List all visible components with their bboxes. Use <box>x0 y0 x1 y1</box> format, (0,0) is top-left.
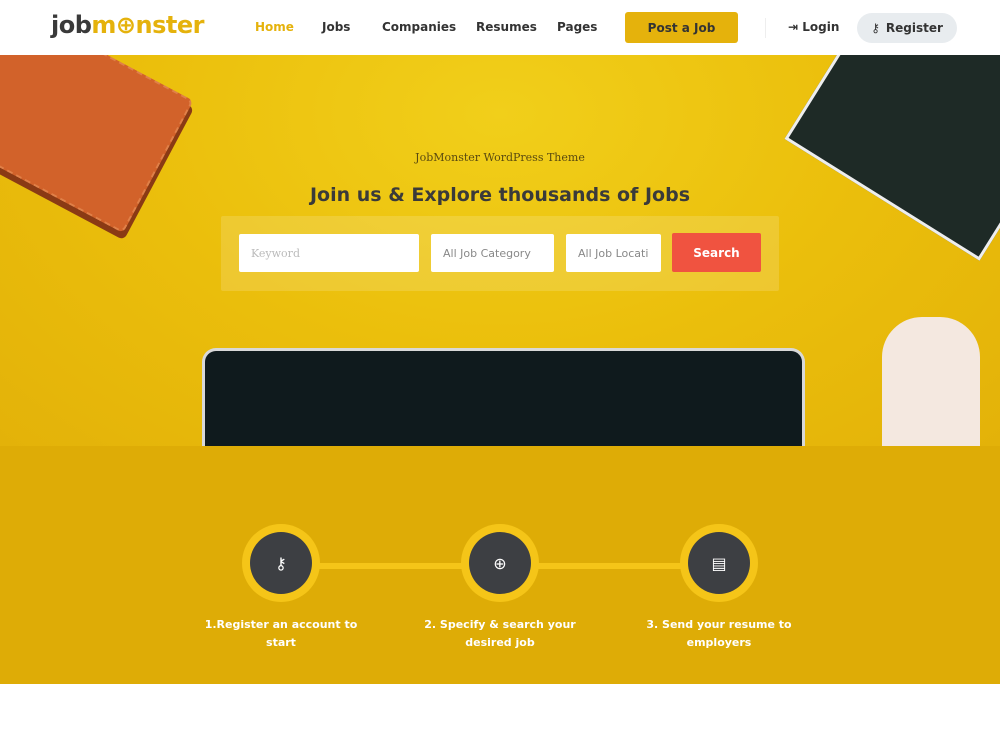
nav-pages[interactable]: Pages <box>557 20 597 34</box>
step-label: 2. Specify & search your desired job <box>424 618 576 649</box>
step-resume: ▤ 3. Send your resume to employers <box>639 524 799 652</box>
hero-title: Join us & Explore thousands of Jobs <box>309 184 691 206</box>
location-select[interactable]: All Job Locati <box>566 234 661 272</box>
search-button[interactable]: Search <box>672 233 761 272</box>
wallet-image <box>0 55 194 234</box>
nav-jobs[interactable]: Jobs <box>322 20 350 34</box>
logo-text-accent: nster <box>135 11 205 39</box>
nav-companies[interactable]: Companies <box>382 20 456 34</box>
hero-subtitle: JobMonster WordPress Theme <box>415 151 585 164</box>
document-icon: ▤ <box>688 532 750 594</box>
post-job-button[interactable]: Post a Job <box>625 12 738 43</box>
login-label: Login <box>802 20 840 34</box>
step-search: ⊕ 2. Specify & search your desired job <box>420 524 580 652</box>
top-nav: jobm⊕nster Home Jobs Companies Resumes P… <box>0 0 1000 55</box>
login-link[interactable]: ⇥ Login <box>788 20 839 34</box>
register-label: Register <box>885 21 943 35</box>
mouse-image <box>882 317 980 446</box>
logo-accent: m⊕ <box>91 11 136 39</box>
step-label: 1.Register an account to start <box>204 618 358 649</box>
divider <box>765 18 766 38</box>
logo[interactable]: jobm⊕nster <box>51 11 205 39</box>
nav-resumes[interactable]: Resumes <box>476 20 537 34</box>
nav-home[interactable]: Home <box>255 20 294 34</box>
register-button[interactable]: ⚷ Register <box>857 13 957 43</box>
search-form: Keyword All Job Category All Job Locati … <box>221 216 779 291</box>
hero-section: JobMonster WordPress Theme Join us & Exp… <box>0 55 1000 446</box>
logo-m: m <box>91 11 116 39</box>
keyword-input[interactable]: Keyword <box>239 234 419 272</box>
category-select[interactable]: All Job Category <box>431 234 554 272</box>
step-register: ⚷ 1.Register an account to start <box>201 524 361 652</box>
laptop-image <box>202 348 805 446</box>
logo-text: job <box>51 11 92 39</box>
key-icon: ⚷ <box>250 532 312 594</box>
steps-section: ⚷ 1.Register an account to start ⊕ 2. Sp… <box>0 446 1000 684</box>
step-label: 3. Send your resume to employers <box>646 618 792 649</box>
login-icon: ⇥ <box>788 20 799 34</box>
key-icon: ⚷ <box>871 21 880 35</box>
search-plus-icon: ⊕ <box>469 532 531 594</box>
